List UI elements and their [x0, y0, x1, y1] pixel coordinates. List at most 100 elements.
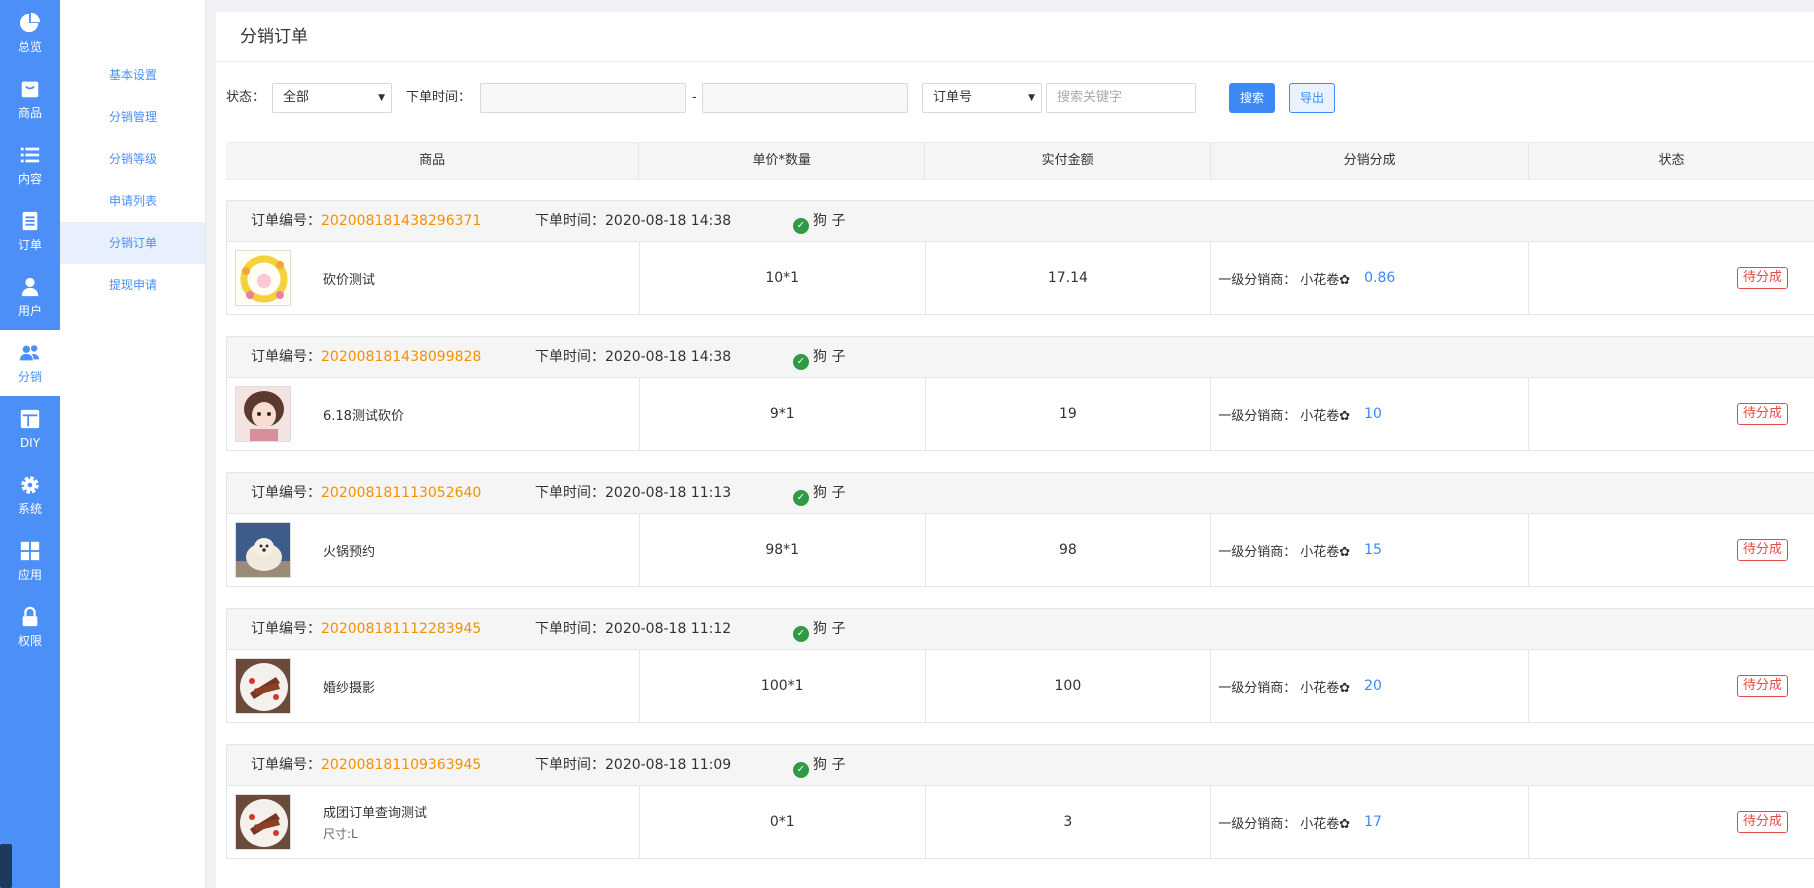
- product-thumbnail[interactable]: [235, 794, 291, 850]
- nav-item-content[interactable]: 内容: [0, 132, 60, 198]
- order-number[interactable]: 202008181113052640: [321, 485, 481, 501]
- caret-down-icon: ▼: [378, 93, 385, 103]
- order-number[interactable]: 202008181438296371: [321, 213, 481, 229]
- subnav-item-basic-settings[interactable]: 基本设置: [60, 54, 205, 96]
- product-name[interactable]: 砍价测试: [323, 269, 375, 288]
- order-header: 订单编号：202008181112283945 下单时间：2020-08-18 …: [227, 609, 1814, 650]
- commission-amount: 10: [1364, 406, 1382, 422]
- distributor-name: 小花卷✿: [1300, 544, 1351, 560]
- nav-item-system[interactable]: 系统: [0, 462, 60, 528]
- price-qty-cell: 10*1: [640, 242, 926, 314]
- search-field-select[interactable]: 订单号 ▼: [922, 83, 1042, 113]
- order-body: 砍价测试 10*1 17.14 一级分销商： 小花卷✿ 0.86 待分成: [227, 242, 1814, 314]
- order-no-label: 订单编号：: [251, 485, 321, 501]
- wechat-miniprogram-icon: ✓: [793, 762, 809, 778]
- search-button[interactable]: 搜索: [1229, 83, 1275, 113]
- product-thumbnail[interactable]: [235, 386, 291, 442]
- search-input[interactable]: 搜索关键字: [1046, 83, 1196, 113]
- commission-cell: 一级分销商： 小花卷✿ 17: [1211, 786, 1530, 858]
- order-number[interactable]: 202008181112283945: [321, 621, 481, 637]
- status-badge: 待分成: [1736, 267, 1788, 289]
- subnav-item-distribution-level[interactable]: 分销等级: [60, 138, 205, 180]
- status-select-value: 全部: [283, 90, 310, 105]
- main-nav: 总览 商品 内容 订单 用户 分销 DIY 系统 应用 权限: [0, 0, 60, 888]
- product-name[interactable]: 火锅预约: [323, 541, 375, 560]
- product-thumbnail[interactable]: [235, 522, 291, 578]
- order-no-label: 订单编号：: [251, 757, 321, 773]
- distributor-name: 小花卷✿: [1300, 408, 1351, 424]
- page-title: 分销订单: [216, 12, 1814, 62]
- order-no-label: 订单编号：: [251, 349, 321, 365]
- nav-item-label: 应用: [17, 568, 42, 582]
- status-badge: 待分成: [1736, 675, 1788, 697]
- nav-item-label: 商品: [17, 106, 42, 120]
- nav-item-orders[interactable]: 订单: [0, 198, 60, 264]
- status-select[interactable]: 全部 ▼: [272, 83, 392, 113]
- buyer-name: 狗 子: [813, 621, 846, 637]
- export-button[interactable]: 导出: [1289, 83, 1335, 113]
- order-no-label: 订单编号：: [251, 621, 321, 637]
- nav-item-label: 分销: [17, 370, 42, 384]
- filter-bar: 状态： 全部 ▼ 下单时间： - 订单号 ▼ 搜索关键字 搜索 导出: [226, 82, 1786, 114]
- start-date-input[interactable]: [480, 83, 686, 113]
- order-number[interactable]: 202008181438099828: [321, 349, 481, 365]
- wechat-miniprogram-icon: ✓: [793, 626, 809, 642]
- order-body: 火锅预约 98*1 98 一级分销商： 小花卷✿ 15 待分成: [227, 514, 1814, 586]
- order-row: 订单编号：202008181112283945 下单时间：2020-08-18 …: [226, 608, 1814, 723]
- wechat-miniprogram-icon: ✓: [793, 490, 809, 506]
- price-qty-cell: 9*1: [640, 378, 926, 450]
- status-cell: 待分成: [1529, 242, 1814, 314]
- product-name[interactable]: 成团订单查询测试: [323, 802, 427, 821]
- col-header-product: 商品: [226, 143, 640, 179]
- subnav-item-withdrawal-requests[interactable]: 提现申请: [60, 264, 205, 306]
- product-name-block: 婚纱摄影: [323, 650, 375, 722]
- paid-amount-cell: 19: [926, 378, 1212, 450]
- order-time: 2020-08-18 11:09: [605, 757, 732, 773]
- subnav-item-application-list[interactable]: 申请列表: [60, 180, 205, 222]
- subnav-item-distribution-management[interactable]: 分销管理: [60, 96, 205, 138]
- sub-nav: 基本设置 分销管理 分销等级 申请列表 分销订单 提现申请: [60, 0, 206, 888]
- product-cell: 火锅预约: [227, 514, 640, 586]
- order-time: 2020-08-18 11:12: [605, 621, 732, 637]
- commission-cell: 一级分销商： 小花卷✿ 10: [1211, 378, 1530, 450]
- buyer-name: 狗 子: [813, 485, 846, 501]
- nav-item-label: 订单: [17, 238, 42, 252]
- paid-amount-cell: 98: [926, 514, 1212, 586]
- nav-item-goods[interactable]: 商品: [0, 66, 60, 132]
- user-icon: [21, 277, 39, 297]
- end-date-input[interactable]: [702, 83, 908, 113]
- product-name-block: 火锅预约: [323, 514, 375, 586]
- order-time-label: 下单时间：: [535, 757, 605, 773]
- product-name[interactable]: 婚纱摄影: [323, 677, 375, 696]
- nav-item-permissions[interactable]: 权限: [0, 594, 60, 660]
- col-header-price-qty: 单价*数量: [639, 143, 926, 179]
- pie-chart-icon: [19, 12, 41, 33]
- subnav-item-distribution-orders[interactable]: 分销订单: [60, 222, 205, 264]
- order-row: 订单编号：202008181438099828 下单时间：2020-08-18 …: [226, 336, 1814, 451]
- product-thumbnail[interactable]: [235, 250, 291, 306]
- product-thumbnail[interactable]: [235, 658, 291, 714]
- col-header-commission: 分销分成: [1211, 143, 1530, 179]
- order-time: 2020-08-18 11:13: [605, 485, 732, 501]
- order-body: 成团订单查询测试 尺寸:L 0*1 3 一级分销商： 小花卷✿ 17 待分成: [227, 786, 1814, 858]
- list-icon: [20, 147, 40, 163]
- distributor-name: 小花卷✿: [1300, 272, 1351, 288]
- nav-item-distribution[interactable]: 分销: [0, 330, 60, 396]
- product-cell: 6.18测试砍价: [227, 378, 640, 450]
- nav-item-apps[interactable]: 应用: [0, 528, 60, 594]
- bag-icon: [21, 81, 39, 98]
- product-spec: 尺寸:L: [323, 827, 358, 841]
- nav-item-diy[interactable]: DIY: [0, 396, 60, 462]
- status-badge: 待分成: [1736, 539, 1788, 561]
- nav-item-users[interactable]: 用户: [0, 264, 60, 330]
- nav-item-overview[interactable]: 总览: [0, 0, 60, 66]
- status-cell: 待分成: [1529, 378, 1814, 450]
- distributor-name: 小花卷✿: [1300, 816, 1351, 832]
- order-number[interactable]: 202008181109363945: [321, 757, 481, 773]
- order-time-label: 下单时间：: [406, 90, 472, 105]
- grid-icon: [20, 541, 40, 561]
- distributor-label: 一级分销商：: [1218, 680, 1297, 696]
- product-name[interactable]: 6.18测试砍价: [323, 405, 404, 424]
- distributor-label: 一级分销商：: [1218, 408, 1297, 424]
- wechat-miniprogram-icon: ✓: [793, 218, 809, 234]
